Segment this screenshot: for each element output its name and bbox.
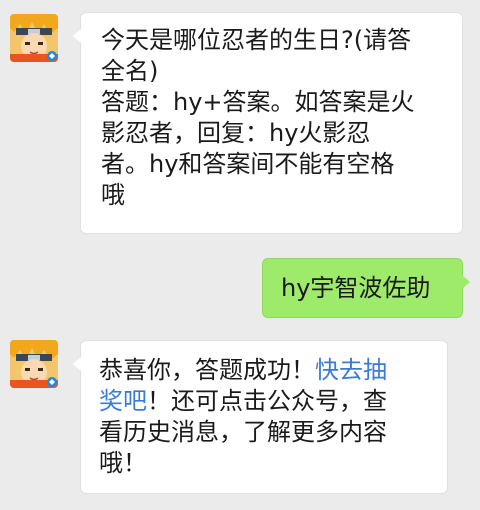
- message-text-line: 哦: [101, 181, 125, 209]
- message-text-line: 奖吧！还可点击公众号，查: [99, 386, 447, 417]
- lottery-link[interactable]: 快去抽: [315, 356, 387, 384]
- ninja-avatar-icon[interactable]: [10, 14, 58, 62]
- message-text-line: 今天是哪位忍者的生日?(请答: [101, 26, 412, 54]
- message-text-line: 者。hy和答案间不能有空格: [101, 150, 395, 178]
- message-text: 恭喜你，答题成功！: [99, 356, 315, 384]
- message-text-line: 影忍者，回复：hy火影忍: [101, 119, 371, 147]
- message-text-line: 看历史消息，了解更多内容: [99, 418, 387, 446]
- message-text: hy宇智波佐助: [281, 274, 431, 302]
- message-text-line: 全名): [101, 57, 159, 85]
- message-text-line: 恭喜你，答题成功！快去抽: [99, 355, 447, 386]
- ninja-avatar-icon[interactable]: [10, 340, 58, 388]
- lottery-link[interactable]: 奖吧: [99, 387, 147, 415]
- message-text-line: 答题：hy+答案。如答案是火: [101, 88, 415, 116]
- message-text-line: 哦！: [99, 449, 147, 477]
- outgoing-message-bubble[interactable]: hy宇智波佐助: [262, 258, 470, 318]
- incoming-message-bubble[interactable]: 恭喜你，答题成功！快去抽 奖吧！还可点击公众号，查 看历史消息，了解更多内容 哦…: [73, 340, 448, 494]
- message-text: ！还可点击公众号，查: [147, 387, 387, 415]
- incoming-message-bubble[interactable]: 今天是哪位忍者的生日?(请答 全名) 答题：hy+答案。如答案是火 影忍者，回复…: [73, 12, 463, 234]
